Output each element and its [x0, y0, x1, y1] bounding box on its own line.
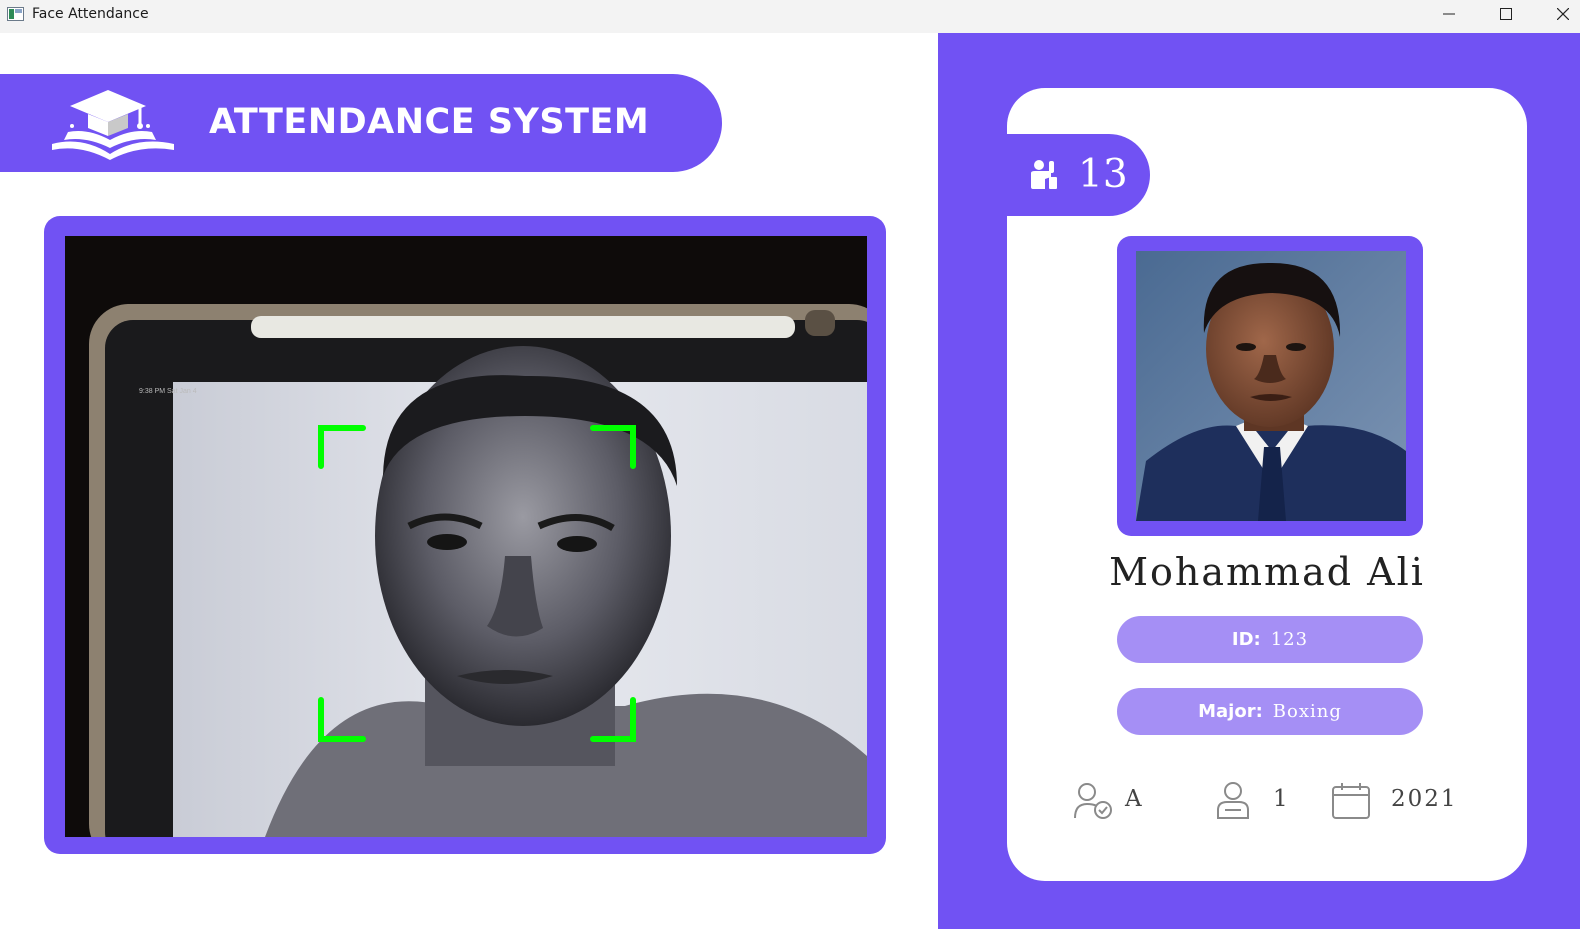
webcam-frame: 9:38 PM Sat Jan 4: [44, 216, 886, 854]
total-attendance-count: 13: [1078, 152, 1128, 197]
window-titlebar[interactable]: Face Attendance: [0, 0, 1580, 33]
total-attendance-badge: 13: [1007, 134, 1150, 216]
maximize-button[interactable]: [1483, 0, 1529, 28]
student-stats-row: A 1 2021: [1007, 778, 1527, 838]
student-photo-frame: [1117, 236, 1423, 536]
student-photo: [1136, 251, 1406, 521]
window-app-icon: [7, 7, 24, 21]
student-major-label: Major:: [1198, 701, 1263, 722]
app-title: ATTENDANCE SYSTEM: [209, 102, 650, 142]
student-id-value: 123: [1270, 629, 1309, 650]
window-title: Face Attendance: [32, 6, 149, 22]
svg-text:9:38 PM Sat Jan 4: 9:38 PM Sat Jan 4: [139, 388, 197, 395]
student-info-card: 13 Mohammad Ali ID: 123 Major: Boxing A …: [1007, 88, 1527, 881]
close-button[interactable]: [1540, 0, 1580, 28]
student-user-icon: [1215, 780, 1251, 825]
student-major-value: Boxing: [1272, 701, 1342, 722]
student-id-pill: ID: 123: [1117, 616, 1423, 663]
student-standing: A: [1125, 786, 1144, 812]
maximize-icon: [1500, 8, 1512, 20]
raised-hand-person-icon: [1029, 159, 1059, 196]
graduation-cap-book-icon: [48, 88, 178, 165]
calendar-icon: [1331, 782, 1371, 825]
close-icon: [1557, 8, 1569, 20]
webcam-feed: 9:38 PM Sat Jan 4: [65, 236, 867, 837]
header-banner: ATTENDANCE SYSTEM: [0, 74, 722, 172]
minimize-icon: [1443, 13, 1455, 15]
user-check-icon: [1073, 782, 1115, 825]
student-starting-year: 2021: [1391, 786, 1458, 812]
student-major-pill: Major: Boxing: [1117, 688, 1423, 735]
student-id-label: ID:: [1231, 629, 1261, 650]
minimize-button[interactable]: [1426, 0, 1472, 28]
student-year: 1: [1273, 786, 1290, 812]
student-name: Mohammad Ali: [1109, 550, 1425, 594]
